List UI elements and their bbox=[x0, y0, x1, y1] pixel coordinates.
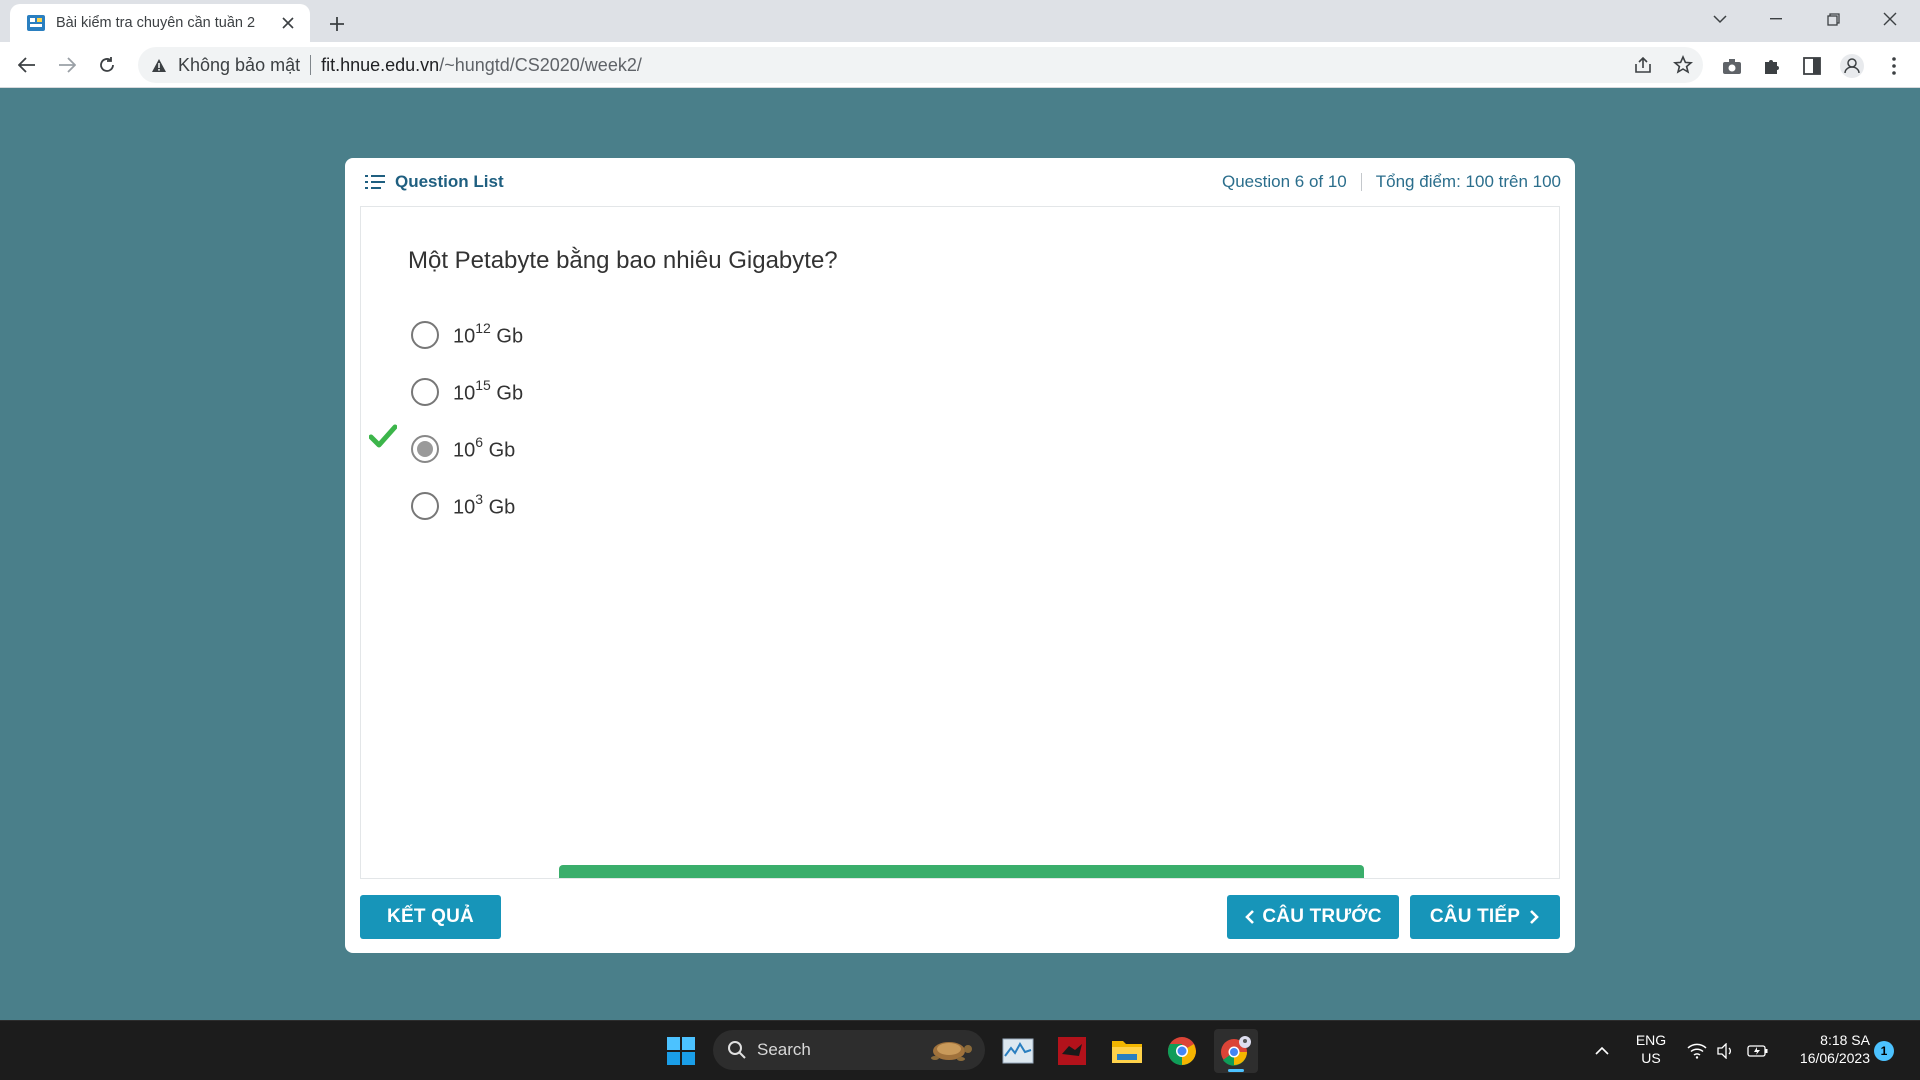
volume-icon[interactable] bbox=[1712, 1029, 1738, 1073]
chrome-icon[interactable] bbox=[1160, 1029, 1204, 1073]
address-bar[interactable]: Không bảo mật fit.hnue.edu.vn /~hungtd/C… bbox=[138, 47, 1703, 83]
quiz-card: Question List Question 6 of 10 Tổng điểm… bbox=[345, 158, 1575, 953]
search-highlight-turtle-icon bbox=[931, 1042, 972, 1061]
chrome-profile-active-icon[interactable] bbox=[1214, 1029, 1258, 1073]
windows-start-icon[interactable] bbox=[659, 1029, 703, 1073]
file-explorer-icon[interactable] bbox=[1105, 1029, 1149, 1073]
search-placeholder: Search bbox=[757, 1040, 811, 1059]
question-panel: Một Petabyte bằng bao nhiêu Gigabyte? 10… bbox=[360, 206, 1560, 879]
input-language[interactable]: ENG US bbox=[1627, 1031, 1675, 1067]
security-label[interactable]: Không bảo mật bbox=[178, 55, 300, 76]
windows-taskbar: Search ENG US 8:18 SA 16/06/2023 1 bbox=[0, 1020, 1920, 1080]
quiz-header: Question List Question 6 of 10 Tổng điểm… bbox=[345, 158, 1575, 206]
omnibox-divider bbox=[310, 55, 312, 75]
restore-icon[interactable] bbox=[1805, 0, 1861, 38]
option-label[interactable]: 106 Gb bbox=[453, 434, 515, 463]
previous-question-button[interactable]: CÂU TRƯỚC bbox=[1227, 895, 1399, 939]
clock[interactable]: 8:18 SA 16/06/2023 bbox=[1780, 1031, 1870, 1067]
language-code: ENG bbox=[1635, 1032, 1667, 1048]
answer-option-4[interactable]: 103 Gb bbox=[411, 486, 515, 526]
question-list-label: Question List bbox=[395, 172, 504, 191]
answer-option-3[interactable]: 106 Gb bbox=[411, 429, 515, 469]
chevron-left-icon bbox=[1245, 910, 1255, 924]
option-label[interactable]: 1015 Gb bbox=[453, 377, 523, 406]
list-icon bbox=[365, 175, 385, 189]
url-host: fit.hnue.edu.vn bbox=[321, 54, 440, 75]
next-button-label: CÂU TIẾP bbox=[1429, 906, 1521, 927]
answer-option-1[interactable]: 1012 Gb bbox=[411, 315, 523, 355]
radio-button[interactable] bbox=[411, 321, 439, 349]
result-button[interactable]: KẾT QUẢ bbox=[360, 895, 501, 939]
task-manager-icon[interactable] bbox=[996, 1029, 1040, 1073]
correct-checkmark-icon bbox=[369, 424, 397, 448]
wifi-icon[interactable] bbox=[1684, 1029, 1710, 1073]
bookmark-star-icon[interactable] bbox=[1669, 51, 1697, 79]
new-tab-button[interactable] bbox=[322, 9, 352, 39]
next-question-button[interactable]: CÂU TIẾP bbox=[1410, 895, 1560, 939]
active-app-indicator bbox=[1228, 1069, 1244, 1072]
chevron-up-icon[interactable] bbox=[1588, 1029, 1616, 1073]
quiz-status: Question 6 of 10 Tổng điểm: 100 trên 100 bbox=[1222, 172, 1561, 192]
site-favicon-icon bbox=[27, 15, 45, 31]
extensions-puzzle-icon[interactable] bbox=[1757, 51, 1787, 81]
radio-button[interactable] bbox=[411, 378, 439, 406]
radio-dot bbox=[417, 441, 433, 457]
status-divider bbox=[1360, 173, 1362, 191]
radio-button-selected[interactable] bbox=[411, 435, 439, 463]
profile-avatar-icon[interactable] bbox=[1837, 51, 1867, 81]
close-window-icon[interactable] bbox=[1862, 0, 1918, 38]
clock-date: 16/06/2023 bbox=[1799, 1050, 1870, 1066]
tab-search-icon[interactable] bbox=[1692, 0, 1748, 38]
close-tab-icon[interactable] bbox=[278, 13, 298, 33]
share-icon[interactable] bbox=[1629, 51, 1657, 79]
question-list-toggle[interactable]: Question List bbox=[365, 172, 504, 192]
battery-icon[interactable] bbox=[1744, 1029, 1772, 1073]
result-button-label: KẾT QUẢ bbox=[387, 906, 474, 927]
notification-badge[interactable]: 1 bbox=[1874, 1041, 1894, 1061]
browser-tab-strip: Bài kiểm tra chuyên cần tuần 2 bbox=[0, 0, 1920, 42]
previous-button-label: CÂU TRƯỚC bbox=[1262, 906, 1382, 927]
back-arrow-icon[interactable] bbox=[11, 49, 43, 81]
region-code: US bbox=[1641, 1050, 1661, 1066]
search-icon bbox=[728, 1041, 746, 1059]
browser-toolbar: Không bảo mật fit.hnue.edu.vn /~hungtd/C… bbox=[0, 42, 1920, 88]
chevron-right-icon bbox=[1530, 910, 1539, 924]
clock-time: 8:18 SA bbox=[1820, 1032, 1870, 1048]
feedback-banner bbox=[559, 865, 1364, 878]
tab-title: Bài kiểm tra chuyên cần tuần 2 bbox=[56, 15, 256, 31]
side-panel-icon[interactable] bbox=[1797, 51, 1827, 81]
taskbar-search-box[interactable]: Search bbox=[713, 1030, 985, 1070]
more-menu-icon[interactable] bbox=[1879, 51, 1909, 81]
not-secure-warning-icon[interactable] bbox=[150, 56, 168, 74]
camera-icon[interactable] bbox=[1717, 51, 1747, 81]
total-score: Tổng điểm: 100 trên 100 bbox=[1375, 172, 1561, 191]
answer-option-2[interactable]: 1015 Gb bbox=[411, 372, 523, 412]
question-progress: Question 6 of 10 bbox=[1222, 172, 1347, 191]
question-text: Một Petabyte bằng bao nhiêu Gigabyte? bbox=[408, 247, 838, 274]
forward-arrow-icon[interactable] bbox=[51, 49, 83, 81]
reload-icon[interactable] bbox=[91, 49, 123, 81]
option-label[interactable]: 1012 Gb bbox=[453, 320, 523, 349]
url-path: /~hungtd/CS2020/week2/ bbox=[439, 54, 642, 75]
browser-tab[interactable]: Bài kiểm tra chuyên cần tuần 2 bbox=[10, 4, 310, 42]
app-red-icon[interactable] bbox=[1050, 1029, 1094, 1073]
minimize-icon[interactable] bbox=[1748, 0, 1804, 38]
radio-button[interactable] bbox=[411, 492, 439, 520]
option-label[interactable]: 103 Gb bbox=[453, 491, 515, 520]
